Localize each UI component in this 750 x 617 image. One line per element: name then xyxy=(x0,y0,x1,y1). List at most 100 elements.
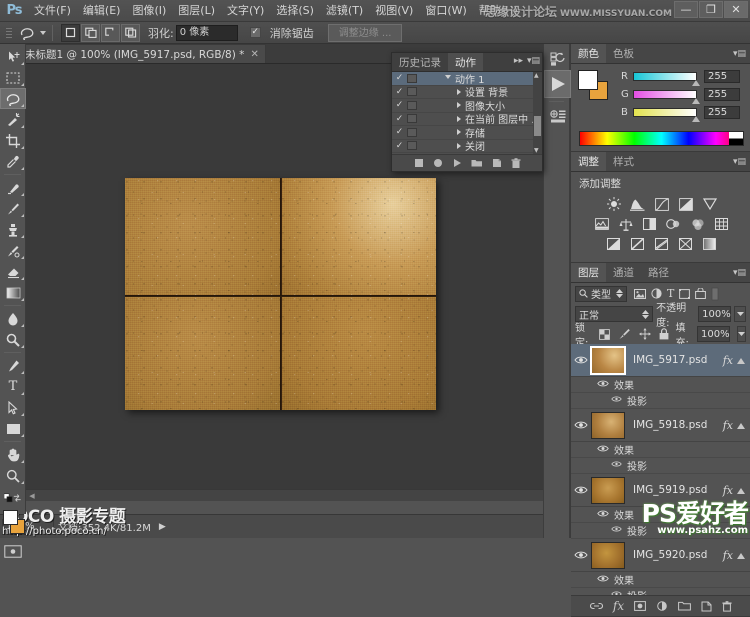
hue-saturation-icon[interactable] xyxy=(593,216,611,232)
color-slider-b-value[interactable]: 255 xyxy=(704,106,740,119)
close-icon[interactable]: ✕ xyxy=(250,49,258,60)
new-action-icon[interactable] xyxy=(492,158,502,168)
menu-type[interactable]: 文字(Y) xyxy=(221,1,270,21)
misc-panel-collapsed-icon[interactable] xyxy=(544,105,571,127)
color-slider-g-value[interactable]: 255 xyxy=(704,88,740,101)
photo-filter-icon[interactable] xyxy=(665,216,683,232)
actions-scroll-up-icon[interactable]: ▲ xyxy=(534,72,539,79)
new-layer-icon[interactable] xyxy=(701,601,712,612)
path-selection-tool[interactable] xyxy=(0,397,26,418)
layer-name-3[interactable]: IMG_5920.psd xyxy=(633,549,723,561)
action-enabled-check-0[interactable]: ✓ xyxy=(392,73,407,83)
action-expand-arrow-2[interactable] xyxy=(457,102,461,108)
color-panel-foreground-swatch[interactable] xyxy=(578,70,598,90)
layer-effect-drop-shadow-2[interactable]: 投影 xyxy=(571,523,750,539)
color-slider-r[interactable]: R 255 xyxy=(621,69,744,84)
color-panel-menu-icon[interactable]: ▾▤ xyxy=(733,49,746,59)
layer-visibility-toggle-3[interactable] xyxy=(571,550,591,560)
menu-edit[interactable]: 编辑(E) xyxy=(77,1,127,21)
status-menu-arrow-icon[interactable]: ▶ xyxy=(159,522,166,532)
tab-paths[interactable]: 路径 xyxy=(641,263,676,282)
filter-toggle-icon[interactable] xyxy=(711,287,719,301)
tool-preset-dropdown-icon[interactable] xyxy=(40,31,46,35)
layer-effects-group-2[interactable]: 效果 xyxy=(571,507,750,523)
color-slider-r-knob[interactable] xyxy=(692,80,700,86)
pixel-filter-icon[interactable] xyxy=(634,289,646,299)
action-dialog-toggle-3[interactable] xyxy=(407,114,417,123)
layer-effects-visibility-2[interactable] xyxy=(597,509,609,521)
layer-thumbnail-0[interactable] xyxy=(591,347,625,374)
tab-history[interactable]: 历史记录 xyxy=(392,53,448,71)
actions-list[interactable]: ✓ 动作 1 ✓ 设置 背景 ✓ 图像大小 ✓ xyxy=(392,72,542,154)
layer-effects-visibility-3[interactable] xyxy=(597,574,609,586)
menu-filter[interactable]: 滤镜(T) xyxy=(320,1,369,21)
type-tool[interactable]: T xyxy=(0,376,26,397)
action-enabled-check-3[interactable]: ✓ xyxy=(392,114,407,124)
layer-thumbnail-2[interactable] xyxy=(591,477,625,504)
layer-row-3[interactable]: IMG_5920.psd fx xyxy=(571,539,750,572)
artboard[interactable] xyxy=(125,178,436,410)
intersect-selection-button[interactable] xyxy=(121,24,140,42)
black-white-icon[interactable] xyxy=(641,216,659,232)
quick-mask-button[interactable] xyxy=(0,542,26,560)
layer-name-1[interactable]: IMG_5918.psd xyxy=(633,419,723,431)
opacity-dropdown-icon[interactable] xyxy=(734,306,746,322)
rectangle-shape-tool[interactable] xyxy=(0,418,26,439)
play-action-collapsed-icon[interactable] xyxy=(544,70,571,98)
layer-fx-expand-0[interactable] xyxy=(737,354,745,367)
clone-stamp-tool[interactable] xyxy=(0,219,26,240)
selective-color-icon[interactable] xyxy=(677,236,695,252)
restore-button[interactable]: ❐ xyxy=(699,1,723,18)
canvas-horizontal-scrollbar[interactable]: ◀ ▶ xyxy=(26,489,565,501)
add-to-selection-button[interactable] xyxy=(81,24,100,42)
type-filter-icon[interactable]: T xyxy=(667,288,674,299)
layer-effects-group-3[interactable]: 效果 xyxy=(571,572,750,588)
action-enabled-check-1[interactable]: ✓ xyxy=(392,87,407,97)
close-button[interactable]: ✕ xyxy=(724,1,748,18)
tab-layers[interactable]: 图层 xyxy=(571,263,606,282)
layer-effect-drop-shadow-0[interactable]: 投影 xyxy=(571,393,750,409)
action-dialog-toggle-5[interactable] xyxy=(407,141,417,150)
link-layers-icon[interactable] xyxy=(590,602,603,611)
gradient-fill-icon[interactable] xyxy=(701,236,719,252)
layer-row-1[interactable]: IMG_5918.psd fx xyxy=(571,409,750,442)
lasso-tool-icon[interactable] xyxy=(16,24,38,42)
layer-filter-stepper-icon[interactable] xyxy=(616,289,623,298)
lock-image-icon[interactable] xyxy=(618,328,631,340)
layer-fx-badge-2[interactable]: fx xyxy=(723,484,733,497)
action-enabled-check-2[interactable]: ✓ xyxy=(392,100,407,110)
color-balance-icon[interactable] xyxy=(617,216,635,232)
crop-tool[interactable] xyxy=(0,130,26,151)
layer-thumbnail-1[interactable] xyxy=(591,412,625,439)
layer-filter-type-select[interactable]: 类型 xyxy=(575,286,627,302)
color-slider-b-knob[interactable] xyxy=(692,116,700,122)
layer-effects-visibility-1[interactable] xyxy=(597,444,609,456)
gradient-map-icon[interactable] xyxy=(653,236,671,252)
record-icon[interactable] xyxy=(433,158,443,168)
brush-tool[interactable] xyxy=(0,198,26,219)
zoom-tool[interactable] xyxy=(0,465,26,486)
layers-list[interactable]: IMG_5917.psd fx 效果 投影 xyxy=(571,344,750,616)
layer-name-2[interactable]: IMG_5919.psd xyxy=(633,484,723,496)
action-expand-arrow-1[interactable] xyxy=(457,89,461,95)
actions-scroll-down-icon[interactable]: ▼ xyxy=(534,147,539,154)
antialias-checkbox[interactable]: ✓ xyxy=(250,27,261,38)
gradient-tool[interactable] xyxy=(0,282,26,303)
minimize-button[interactable]: — xyxy=(674,1,698,18)
adjustment-filter-icon[interactable] xyxy=(651,288,662,299)
swap-colors-icon[interactable] xyxy=(13,493,22,503)
layer-fx-expand-3[interactable] xyxy=(737,549,745,562)
color-slider-r-value[interactable]: 255 xyxy=(704,70,740,83)
layer-fx-expand-2[interactable] xyxy=(737,484,745,497)
lasso-tool[interactable] xyxy=(0,88,26,109)
color-swatches[interactable] xyxy=(0,508,26,540)
action-expand-arrow-0[interactable] xyxy=(445,75,451,82)
refine-edge-button[interactable]: 调整边缘 ... xyxy=(328,24,403,42)
subtract-from-selection-button[interactable] xyxy=(101,24,120,42)
actions-scrollbar[interactable]: ▲ ▼ xyxy=(533,72,542,154)
scroll-left-icon[interactable]: ◀ xyxy=(26,490,38,501)
layers-panel-menu-icon[interactable]: ▾▤ xyxy=(733,268,746,278)
healing-brush-tool[interactable] xyxy=(0,177,26,198)
tab-styles[interactable]: 样式 xyxy=(606,152,641,171)
color-slider-b-track[interactable] xyxy=(633,108,697,117)
